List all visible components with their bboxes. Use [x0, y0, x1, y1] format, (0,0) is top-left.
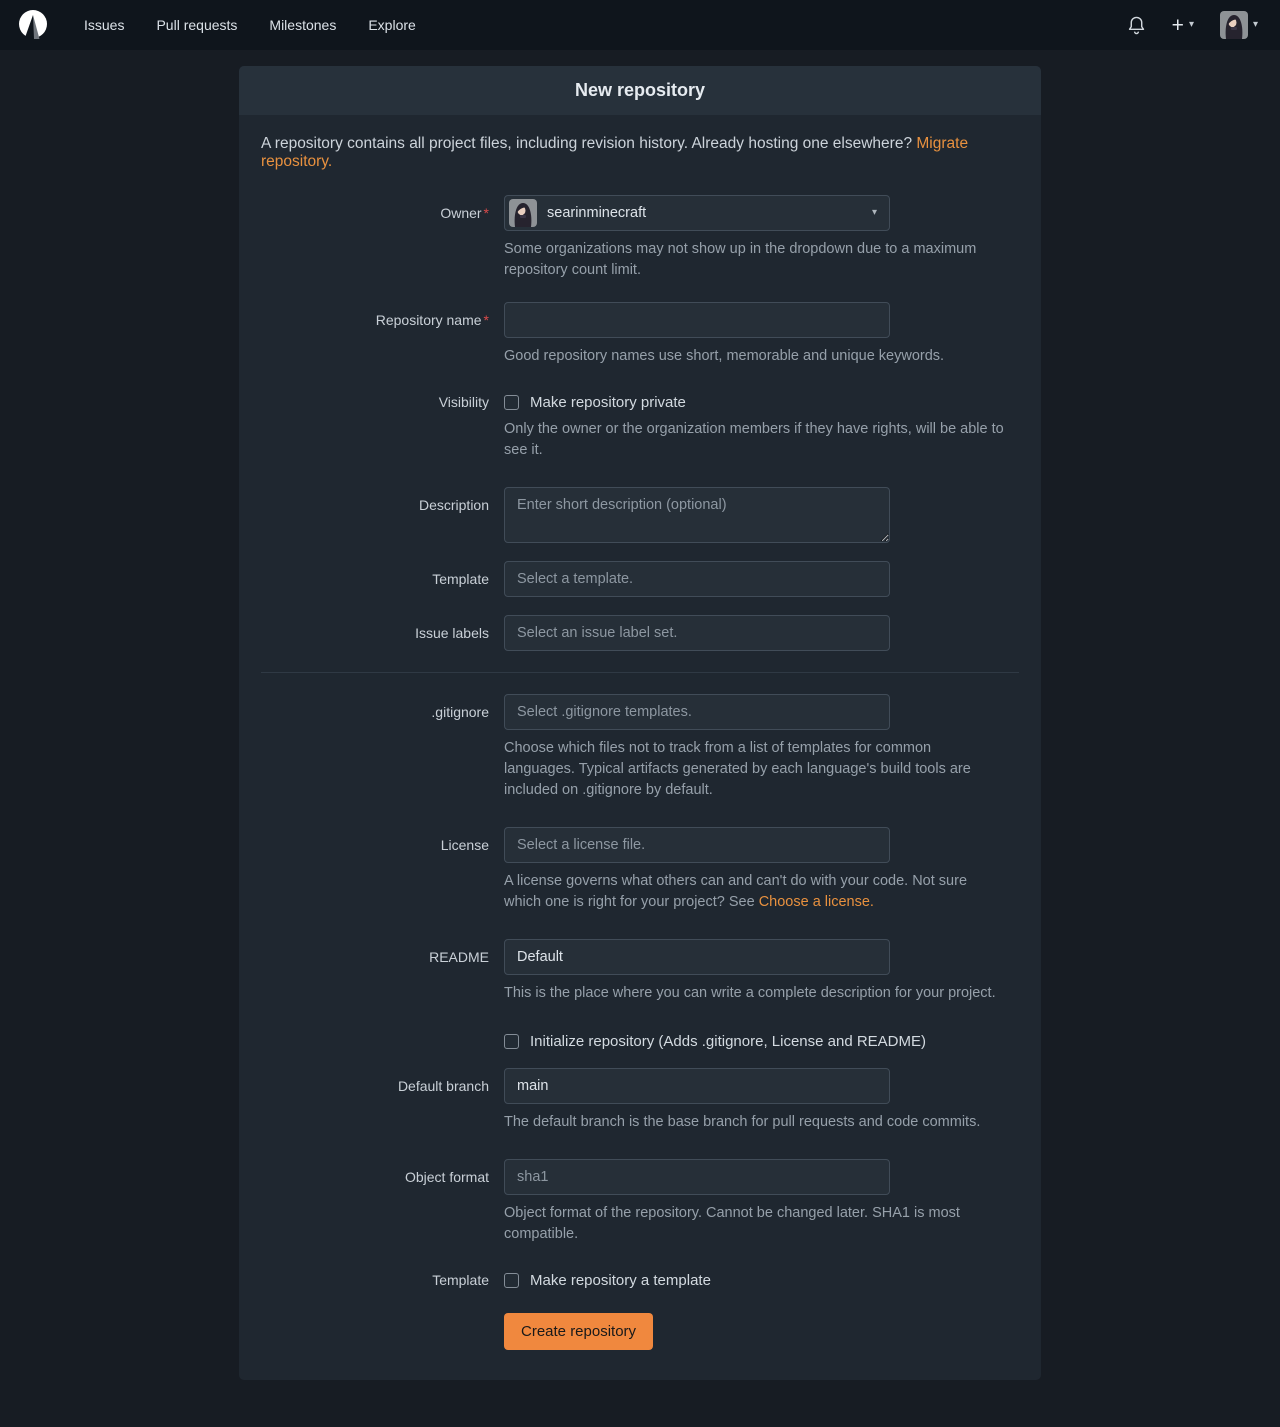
bell-icon [1127, 15, 1146, 35]
visibility-label: Visibility [261, 393, 504, 461]
repository-name-row: Repository name* Good repository names u… [261, 302, 1019, 367]
private-checkbox[interactable] [504, 395, 519, 410]
license-help-sentence: A license governs what others can and ca… [504, 873, 967, 910]
template-select-placeholder: Select a template. [517, 571, 633, 587]
site-logo[interactable] [14, 6, 52, 44]
create-new-menu[interactable]: + ▾ [1164, 9, 1202, 42]
object-format-help-text: Object format of the repository. Cannot … [504, 1203, 1004, 1245]
issue-labels-placeholder: Select an issue label set. [517, 625, 677, 641]
intro-text: A repository contains all project files,… [261, 135, 1019, 171]
user-menu[interactable]: ▾ [1212, 5, 1266, 45]
choose-a-license-link[interactable]: Choose a license. [759, 894, 874, 910]
default-branch-row: Default branch The default branch is the… [261, 1068, 1019, 1133]
navbar-right: + ▾ ▾ [1119, 5, 1266, 45]
plus-icon: + [1172, 15, 1184, 36]
chevron-down-icon: ▾ [1253, 20, 1258, 30]
initialize-empty-label [261, 1032, 504, 1050]
submit-empty-label [261, 1313, 504, 1350]
readme-help-text: This is the place where you can write a … [504, 983, 1004, 1004]
required-asterisk: * [484, 205, 489, 221]
logo-icon [16, 8, 50, 42]
repository-name-label-text: Repository name [376, 312, 482, 328]
gitignore-label: .gitignore [261, 694, 504, 801]
default-branch-input[interactable] [504, 1068, 890, 1104]
top-navbar: Issues Pull requests Milestones Explore … [0, 0, 1280, 50]
page-content: New repository A repository contains all… [0, 50, 1280, 1427]
owner-avatar [509, 199, 537, 227]
new-repository-form: A repository contains all project files,… [239, 115, 1041, 1380]
license-label: License [261, 827, 504, 913]
object-format-selected-value: sha1 [517, 1169, 548, 1185]
gitignore-placeholder: Select .gitignore templates. [517, 704, 692, 720]
user-avatar [1220, 11, 1248, 39]
template-checkbox[interactable] [504, 1273, 519, 1288]
repository-name-label: Repository name* [261, 302, 504, 367]
description-label: Description [261, 487, 504, 543]
description-row: Description [261, 487, 1019, 543]
template-flag-row: Template Make repository a template [261, 1271, 1019, 1289]
new-repository-panel: New repository A repository contains all… [239, 66, 1041, 1380]
initialize-row: Initialize repository (Adds .gitignore, … [261, 1032, 1019, 1050]
issue-labels-select[interactable]: Select an issue label set. [504, 615, 890, 651]
repository-name-input[interactable] [504, 302, 890, 338]
template-select-row: Template Select a template. [261, 561, 1019, 597]
gitignore-select[interactable]: Select .gitignore templates. [504, 694, 890, 730]
nav-link-issues[interactable]: Issues [70, 9, 138, 41]
page-title: New repository [239, 66, 1041, 115]
default-branch-help-text: The default branch is the base branch fo… [504, 1112, 1004, 1133]
nav-link-pull-requests[interactable]: Pull requests [142, 9, 251, 41]
visibility-help-text: Only the owner or the organization membe… [504, 419, 1004, 461]
nav-link-milestones[interactable]: Milestones [255, 9, 350, 41]
private-checkbox-label[interactable]: Make repository private [530, 394, 686, 411]
object-format-row: Object format sha1 Object format of the … [261, 1159, 1019, 1245]
chevron-down-icon: ▾ [1189, 20, 1194, 30]
license-help-text: A license governs what others can and ca… [504, 871, 1004, 913]
owner-selected-value: searinminecraft [547, 205, 646, 221]
initialize-checkbox-label[interactable]: Initialize repository (Adds .gitignore, … [530, 1033, 926, 1050]
object-format-label: Object format [261, 1159, 504, 1245]
description-textarea[interactable] [504, 487, 890, 543]
initialize-checkbox[interactable] [504, 1034, 519, 1049]
gitignore-row: .gitignore Select .gitignore templates. … [261, 694, 1019, 801]
owner-help-text: Some organizations may not show up in th… [504, 239, 1004, 281]
visibility-row: Visibility Make repository private Only … [261, 393, 1019, 461]
section-divider [261, 672, 1019, 673]
intro-sentence: A repository contains all project files,… [261, 135, 916, 152]
create-repository-button[interactable]: Create repository [504, 1313, 653, 1350]
readme-row: README Default This is the place where y… [261, 939, 1019, 1004]
repository-name-help-text: Good repository names use short, memorab… [504, 346, 1004, 367]
owner-select[interactable]: searinminecraft ▾ [504, 195, 890, 231]
readme-selected-value: Default [517, 949, 563, 965]
issue-labels-label: Issue labels [261, 615, 504, 651]
nav-link-explore[interactable]: Explore [354, 9, 429, 41]
template-select-label: Template [261, 561, 504, 597]
owner-label-text: Owner [440, 205, 481, 221]
template-checkbox-label[interactable]: Make repository a template [530, 1272, 711, 1289]
chevron-down-icon: ▾ [872, 208, 877, 218]
owner-label: Owner* [261, 195, 504, 281]
required-asterisk: * [484, 312, 489, 328]
object-format-select[interactable]: sha1 [504, 1159, 890, 1195]
license-row: License Select a license file. A license… [261, 827, 1019, 913]
readme-label: README [261, 939, 504, 1004]
issue-labels-row: Issue labels Select an issue label set. [261, 615, 1019, 651]
default-branch-label: Default branch [261, 1068, 504, 1133]
readme-select[interactable]: Default [504, 939, 890, 975]
template-select[interactable]: Select a template. [504, 561, 890, 597]
submit-row: Create repository [261, 1313, 1019, 1350]
license-placeholder: Select a license file. [517, 837, 645, 853]
gitignore-help-text: Choose which files not to track from a l… [504, 738, 1004, 801]
notifications-button[interactable] [1119, 9, 1154, 41]
license-select[interactable]: Select a license file. [504, 827, 890, 863]
owner-row: Owner* searinminecraft [261, 195, 1019, 281]
template-flag-label: Template [261, 1271, 504, 1289]
